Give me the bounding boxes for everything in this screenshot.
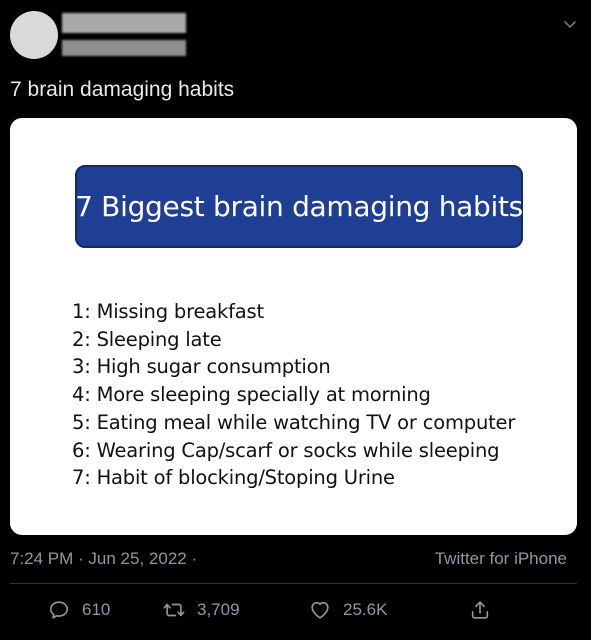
- action-bar: 610 3,709 25.6K: [0, 590, 591, 630]
- habit-item: 1: Missing breakfast: [72, 300, 264, 323]
- image-title: 7 Biggest brain damaging habits: [75, 190, 523, 223]
- habit-item: 7: Habit of blocking/Stoping Urine: [72, 466, 395, 490]
- retweet-count: 3,709: [197, 600, 240, 619]
- tweet-header: [0, 0, 591, 70]
- chevron-down-icon[interactable]: [560, 14, 580, 34]
- reply-icon: [49, 601, 69, 619]
- handle-redacted[interactable]: [62, 40, 186, 56]
- retweet-button[interactable]: 3,709: [163, 596, 240, 624]
- display-name-redacted[interactable]: [62, 13, 186, 33]
- retweet-icon: [163, 603, 185, 617]
- reply-count: 610: [82, 600, 111, 619]
- habit-item: 4: More sleeping specially at morning: [72, 383, 431, 407]
- timestamp[interactable]: 7:24 PM · Jun 25, 2022 ·: [10, 549, 197, 569]
- habit-item: 5: Eating meal while watching TV or comp…: [72, 410, 516, 434]
- divider: [10, 583, 577, 584]
- share-icon: [471, 601, 489, 619]
- avatar[interactable]: [10, 11, 58, 59]
- habit-item: 3: High sugar consumption: [72, 355, 331, 379]
- habit-list: 1: Missing breakfast 2: Sleeping late 3:…: [72, 298, 515, 492]
- habit-item: 6: Wearing Cap/scarf or socks while slee…: [72, 438, 500, 462]
- image-title-banner: 7 Biggest brain damaging habits: [75, 165, 523, 248]
- habit-item: 2: Sleeping late: [72, 327, 222, 351]
- tweet-source-link[interactable]: Twitter for iPhone: [435, 549, 567, 569]
- tweet-image[interactable]: 7 Biggest brain damaging habits 1: Missi…: [10, 118, 577, 535]
- tweet-text: 7 brain damaging habits: [10, 78, 235, 101]
- reply-button[interactable]: 610: [48, 596, 110, 624]
- share-button[interactable]: [469, 596, 491, 624]
- like-button[interactable]: 25.6K: [309, 596, 387, 624]
- like-count: 25.6K: [343, 600, 388, 619]
- heart-icon: [311, 601, 329, 619]
